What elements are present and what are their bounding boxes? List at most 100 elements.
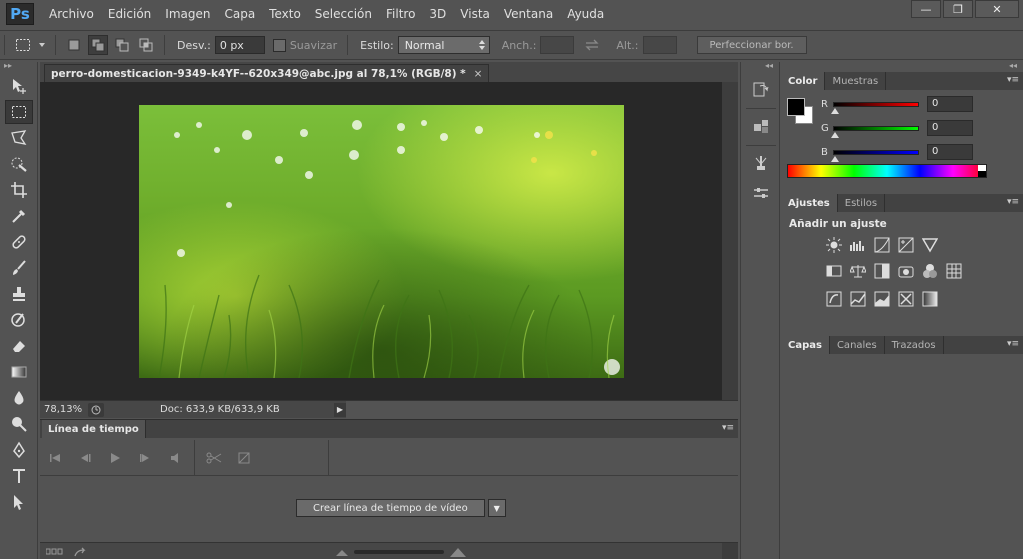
transition-button[interactable] — [229, 445, 259, 471]
menu-item-seleccion[interactable]: Selección — [308, 0, 379, 28]
menu-item-vista[interactable]: Vista — [453, 0, 497, 28]
tab-layers[interactable]: Capas — [781, 336, 830, 354]
color-lookup-button[interactable] — [945, 262, 963, 280]
pen-tool[interactable] — [5, 438, 33, 462]
exposure-button[interactable] — [897, 236, 915, 254]
color-panel-menu[interactable]: ▾≡ — [1007, 75, 1019, 85]
vibrance-button[interactable] — [921, 236, 939, 254]
red-value-input[interactable]: 0 — [927, 96, 973, 112]
marquee-preset-picker[interactable] — [13, 35, 33, 55]
split-button[interactable] — [199, 445, 229, 471]
timeline-mode-dropdown[interactable]: ▼ — [487, 499, 506, 517]
feather-input[interactable] — [214, 36, 265, 54]
layers-panel-menu[interactable]: ▾≡ — [1007, 339, 1019, 349]
green-value-input[interactable]: 0 — [927, 120, 973, 136]
subtract-from-selection-button[interactable] — [112, 35, 132, 55]
black-white-button[interactable] — [873, 262, 891, 280]
document-tab[interactable]: perro-domesticacion-9349-k4YF--620x349@a… — [44, 64, 490, 82]
tab-paths[interactable]: Trazados — [885, 336, 944, 354]
panels-collapse-button[interactable]: ◂◂ — [781, 62, 1023, 72]
timeline-zoom-slider[interactable] — [336, 547, 466, 557]
dock-collapse-button[interactable]: ◂◂ — [741, 62, 779, 72]
color-balance-button[interactable] — [849, 262, 867, 280]
intersect-selection-button[interactable] — [136, 35, 156, 55]
refine-edge-button[interactable]: Perfeccionar bor. — [696, 36, 807, 54]
height-input[interactable] — [642, 36, 677, 54]
close-tab-icon[interactable]: × — [474, 68, 483, 80]
healing-brush-tool[interactable] — [5, 230, 33, 254]
photo-filter-button[interactable] — [897, 262, 915, 280]
brush-presets-panel-button[interactable] — [747, 180, 775, 206]
menu-item-archivo[interactable]: Archivo — [42, 0, 101, 28]
channel-mixer-button[interactable] — [921, 262, 939, 280]
antialias-checkbox[interactable] — [272, 38, 286, 52]
curves-button[interactable] — [873, 236, 891, 254]
eraser-tool[interactable] — [5, 334, 33, 358]
tab-channels[interactable]: Canales — [830, 336, 885, 354]
green-slider-thumb[interactable] — [831, 131, 839, 138]
tab-color[interactable]: Color — [781, 72, 826, 90]
brush-tool[interactable] — [5, 256, 33, 280]
foreground-color-swatch[interactable] — [787, 98, 805, 116]
invert-button[interactable] — [825, 290, 843, 308]
width-input[interactable] — [540, 36, 575, 54]
new-selection-button[interactable] — [64, 35, 84, 55]
tab-timeline[interactable]: Línea de tiempo — [42, 420, 146, 438]
render-arrow-icon[interactable] — [74, 547, 88, 557]
menu-item-texto[interactable]: Texto — [262, 0, 308, 28]
menu-item-3d[interactable]: 3D — [422, 0, 453, 28]
minimize-button[interactable]: — — [911, 0, 941, 18]
status-icon[interactable] — [88, 402, 104, 417]
green-slider[interactable] — [831, 125, 919, 138]
adjustments-panel-menu[interactable]: ▾≡ — [1007, 197, 1019, 207]
menu-item-ayuda[interactable]: Ayuda — [560, 0, 611, 28]
gradient-map-button[interactable] — [921, 290, 939, 308]
menu-item-ventana[interactable]: Ventana — [497, 0, 560, 28]
marquee-tool[interactable] — [5, 100, 33, 124]
history-brush-tool[interactable] — [5, 308, 33, 332]
red-slider[interactable] — [831, 101, 919, 114]
status-menu-arrow[interactable]: ▶ — [334, 402, 346, 417]
move-tool[interactable] — [5, 74, 33, 98]
eyedropper-tool[interactable] — [5, 204, 33, 228]
document-image[interactable] — [139, 105, 624, 378]
tool-presets-panel-button[interactable] — [747, 150, 775, 176]
posterize-button[interactable] — [849, 290, 867, 308]
crop-tool[interactable] — [5, 178, 33, 202]
zoom-level[interactable]: 78,13% — [40, 404, 88, 415]
timeline-panel-menu[interactable]: ▾≡ — [722, 423, 734, 433]
levels-button[interactable] — [849, 236, 867, 254]
black-white-ramp[interactable] — [978, 165, 986, 177]
clone-stamp-tool[interactable] — [5, 282, 33, 306]
frame-mode-icon[interactable] — [46, 548, 64, 556]
tab-adjustments[interactable]: Ajustes — [781, 194, 838, 212]
blur-tool[interactable] — [5, 386, 33, 410]
preset-dropdown-icon[interactable] — [37, 35, 47, 55]
menu-item-filtro[interactable]: Filtro — [379, 0, 422, 28]
brightness-contrast-button[interactable] — [825, 236, 843, 254]
history-panel-button[interactable] — [747, 76, 775, 102]
blue-slider-thumb[interactable] — [831, 155, 839, 162]
next-frame-button[interactable] — [130, 445, 160, 471]
threshold-button[interactable] — [873, 290, 891, 308]
previous-frame-button[interactable] — [70, 445, 100, 471]
canvas-area[interactable] — [40, 82, 722, 400]
add-to-selection-button[interactable] — [88, 35, 108, 55]
tab-swatches[interactable]: Muestras — [825, 72, 887, 90]
menu-item-capa[interactable]: Capa — [217, 0, 262, 28]
go-to-first-frame-button[interactable] — [40, 445, 70, 471]
lasso-tool[interactable] — [5, 126, 33, 150]
menu-item-edicion[interactable]: Edición — [101, 0, 158, 28]
mute-audio-button[interactable] — [160, 445, 190, 471]
style-select[interactable]: Normal — [397, 36, 490, 54]
selective-color-button[interactable] — [897, 290, 915, 308]
red-slider-thumb[interactable] — [831, 107, 839, 114]
properties-3d-panel-button[interactable] — [747, 113, 775, 139]
zoom-track[interactable] — [354, 549, 444, 554]
dodge-tool[interactable] — [5, 412, 33, 436]
canvas-vertical-scrollbar[interactable] — [722, 82, 738, 400]
hue-saturation-button[interactable] — [825, 262, 843, 280]
blue-value-input[interactable]: 0 — [927, 144, 973, 160]
play-button[interactable] — [100, 445, 130, 471]
quick-selection-tool[interactable] — [5, 152, 33, 176]
